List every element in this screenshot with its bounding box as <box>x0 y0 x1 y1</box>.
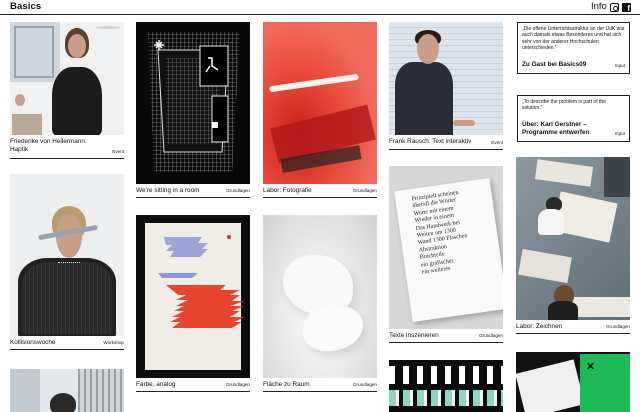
site-title[interactable]: Basics <box>10 1 41 12</box>
top-bar: Basics Info f <box>0 0 640 15</box>
card-caption: Texte inszenieren Grundlagen <box>389 332 503 343</box>
quote-title[interactable]: Über: Karl Gerstner – Programme entwerfe… <box>522 121 610 137</box>
card-image[interactable]: Prinzipiell scheinen überall die Wörter … <box>389 166 503 329</box>
quote-text: „Die offene Unterrichtsstruktur an der U… <box>522 26 625 52</box>
card-title[interactable]: Frank Rausch: Text interaktiv <box>389 138 477 146</box>
card-title[interactable]: Labor: Fotografie <box>263 187 351 195</box>
card-image[interactable] <box>389 360 503 412</box>
card-image[interactable] <box>516 157 630 320</box>
info-link[interactable]: Info <box>591 1 607 12</box>
card-caption: Frank Rausch: Text interaktiv Event <box>389 138 503 150</box>
card-caption: Kollisionswoche Workshop <box>10 339 124 350</box>
card-image[interactable] <box>136 22 250 184</box>
card-image[interactable] <box>136 215 250 378</box>
card-image[interactable] <box>263 215 377 378</box>
card-title[interactable]: We’re sitting in a room <box>136 187 224 195</box>
card-image[interactable] <box>10 22 124 135</box>
card-title[interactable]: Labor: Zeichnen <box>516 323 604 331</box>
card-caption: Friederike von Hellermann: Haptik Event <box>10 138 124 159</box>
quote-card-basics09[interactable]: „Die offene Unterrichtsstruktur an der U… <box>517 22 630 74</box>
card-tag: Input <box>614 62 625 68</box>
card-image[interactable] <box>263 22 377 184</box>
card-tag: Grundlagen <box>352 188 377 193</box>
quote-title[interactable]: Zu Gast bei Basics09 <box>522 61 610 69</box>
card-caption: Labor: Zeichnen Grundlagen <box>516 323 630 334</box>
painting-image <box>158 235 244 328</box>
card-title[interactable]: Fläche zu Raum <box>263 381 351 389</box>
card-title[interactable]: Kollisionswoche <box>10 339 98 347</box>
cross-mark-icon: ✕ <box>586 361 596 373</box>
card-caption: We’re sitting in a room Grundlagen <box>136 187 250 198</box>
book-text: Prinzipiell scheinen überall die Wörter … <box>411 189 468 276</box>
card-tag: Workshop <box>103 340 124 345</box>
card-tag: Event <box>491 140 503 145</box>
card-caption: Labor: Fotografie Grundlagen <box>263 187 377 198</box>
wireframe-room-image <box>148 32 240 172</box>
card-image[interactable]: ✕ <box>516 352 630 412</box>
card-tag: Grundlagen <box>225 188 250 193</box>
card-tag: Grundlagen <box>478 333 503 338</box>
card-tag: Grundlagen <box>605 324 630 329</box>
card-title[interactable]: Farbe, analog <box>136 381 224 389</box>
card-tag: Input <box>614 130 625 136</box>
card-caption: Fläche zu Raum Grundlagen <box>263 381 377 392</box>
card-title[interactable]: Friederike von Hellermann: Haptik <box>10 138 98 154</box>
card-tag: Event <box>112 149 124 154</box>
quote-text: „To describe the problem is part of the … <box>522 99 606 112</box>
facebook-icon[interactable]: f <box>622 3 631 13</box>
card-image[interactable] <box>10 174 124 336</box>
card-tag: Grundlagen <box>225 382 250 387</box>
card-image[interactable] <box>10 369 124 412</box>
card-tag: Grundlagen <box>352 382 377 387</box>
quote-card-gerstner[interactable]: „To describe the problem is part of the … <box>517 95 630 142</box>
instagram-icon[interactable] <box>610 3 619 12</box>
card-image[interactable] <box>389 22 503 135</box>
card-title[interactable]: Texte inszenieren <box>389 332 477 340</box>
card-caption: Farbe, analog Grundlagen <box>136 381 250 392</box>
